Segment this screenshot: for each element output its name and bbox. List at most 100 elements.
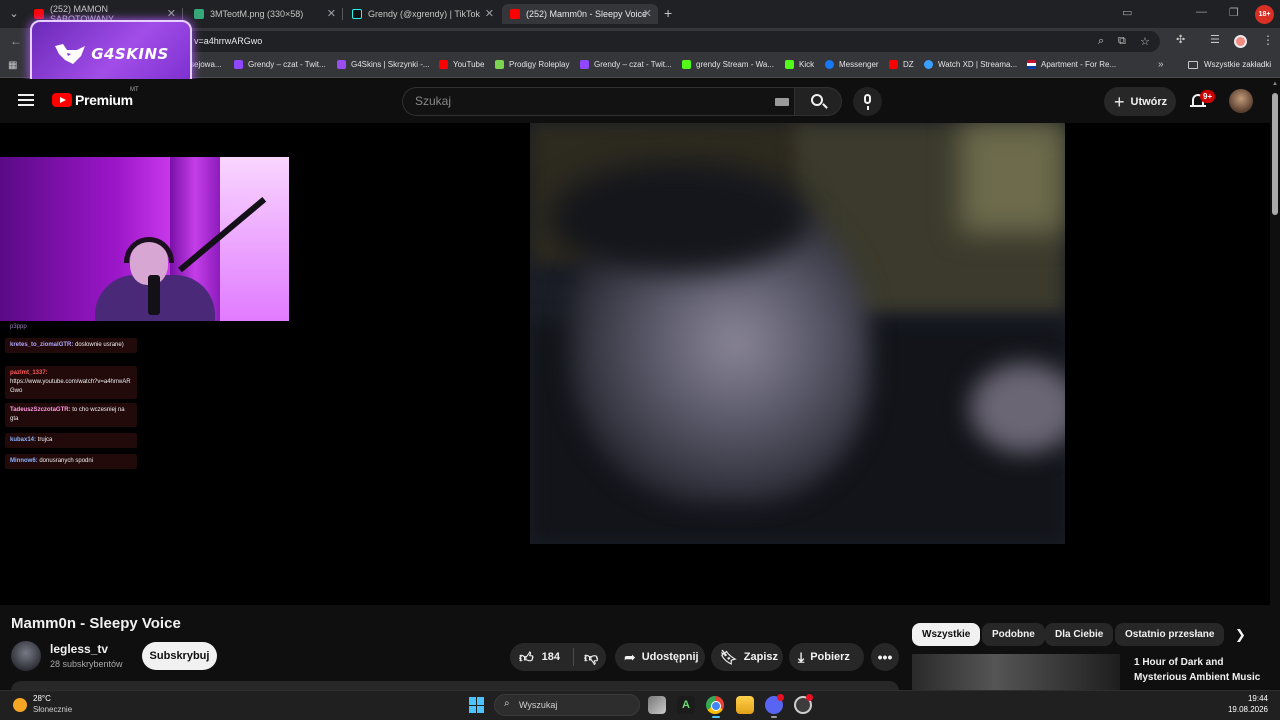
sun-weather-icon[interactable]	[13, 698, 27, 712]
like-count: 184	[541, 651, 560, 663]
weather-description[interactable]: Słonecznie	[33, 705, 72, 714]
tiktok-favicon-icon	[352, 9, 362, 19]
install-app-icon[interactable]: ⧉	[1118, 35, 1126, 48]
chat-username: Minnow6:	[10, 458, 38, 464]
tab-search-chevron-icon[interactable]: ⌄	[6, 6, 22, 22]
close-tab-icon[interactable]: ✕	[327, 8, 336, 20]
app-notification-badge	[806, 694, 813, 701]
share-arrow-icon: ➦	[624, 648, 636, 665]
chevron-right-icon[interactable]: ❯	[1235, 627, 1246, 643]
bookmark-item[interactable]: Grendy – czat - Twit...	[234, 60, 326, 69]
search-icon-handle	[822, 103, 828, 109]
search-button[interactable]	[794, 87, 842, 116]
share-label: Udostępnij	[641, 651, 699, 663]
bookmark-star-icon[interactable]: ☆	[1140, 35, 1150, 48]
guide-menu-icon[interactable]	[18, 94, 34, 106]
restore-icon[interactable]: ❐	[1229, 6, 1239, 19]
zoom-icon[interactable]: ⌕	[1098, 35, 1104, 48]
close-tab-icon[interactable]: ✕	[643, 8, 652, 20]
search-icon: ⌕	[504, 698, 510, 709]
file-explorer-icon[interactable]	[736, 696, 754, 714]
new-tab-plus-icon[interactable]: +	[664, 5, 672, 21]
tab-separator	[182, 8, 183, 20]
video-subject-hair	[550, 163, 810, 273]
bookmark-item[interactable]: Prodigy Roleplay	[495, 60, 569, 69]
chip-for-you[interactable]: Dla Ciebie	[1045, 623, 1114, 646]
apps-grid-icon[interactable]: ▦	[8, 60, 17, 71]
windows-start-icon[interactable]	[469, 697, 485, 713]
share-button[interactable]: ➦ Udostępnij	[615, 643, 705, 671]
chip-recently-uploaded[interactable]: Ostatnio przesłane	[1115, 623, 1225, 646]
taskbar-search[interactable]: ⌕ Wyszukaj	[494, 694, 640, 716]
image-favicon-icon	[194, 9, 204, 19]
bookmark-item[interactable]: Kick	[785, 60, 814, 69]
bookmark-item[interactable]: grendy Stream - Wa...	[682, 60, 774, 69]
app-a-icon[interactable]: A	[677, 696, 695, 714]
back-arrow-icon[interactable]: ←	[10, 34, 22, 48]
clock-time[interactable]: 19:44	[1236, 694, 1268, 703]
bookmark-label: Grendy – czat - Twit...	[594, 60, 672, 69]
page-scrollbar[interactable]: ▲	[1270, 79, 1280, 690]
channel-name[interactable]: legless_tv	[50, 642, 108, 656]
taskbar-search-placeholder: Wyszukaj	[519, 700, 558, 710]
search-input[interactable]	[415, 94, 755, 108]
all-bookmarks-button[interactable]: Wszystkie zakładki	[1188, 60, 1271, 69]
profile-avatar[interactable]	[1234, 35, 1247, 48]
save-label: Zapisz	[743, 651, 779, 663]
recommended-video-title[interactable]: 1 Hour of Dark and Mysterious Ambient Mu…	[1134, 655, 1264, 691]
more-bookmarks-chevron-icon[interactable]: »	[1158, 59, 1164, 70]
bookmark-item[interactable]: Apartment - For Re...	[1027, 60, 1116, 69]
browser-tab-active[interactable]: (252) Mamm0n - Sleepy Voice ✕	[502, 4, 658, 24]
bookmark-item[interactable]: G4Skins | Skrzynki -...	[337, 60, 430, 69]
twitch-icon	[580, 60, 589, 69]
notification-count-badge: 9+	[1200, 90, 1216, 103]
download-button[interactable]: ⤓ Pobierz	[789, 643, 864, 671]
bookmarks-bar: ▦ sejowa... Grendy – czat - Twit... G4Sk…	[0, 55, 1280, 78]
clock-date[interactable]: 19.08.2026	[1222, 705, 1268, 714]
youtube-favicon-icon	[34, 9, 44, 19]
account-avatar[interactable]	[1229, 89, 1253, 113]
kick-icon	[682, 60, 691, 69]
chrome-icon[interactable]	[706, 696, 724, 714]
more-actions-button[interactable]: •••	[871, 643, 899, 671]
channel-avatar[interactable]	[11, 641, 41, 671]
url-text[interactable]: v=a4hrrwARGwo	[194, 36, 262, 46]
bookmark-item[interactable]: Watch XD | Streama...	[924, 60, 1017, 69]
task-view-icon[interactable]	[648, 696, 666, 714]
webcam-window	[220, 157, 289, 321]
subscribe-button[interactable]: Subskrybuj	[142, 642, 217, 670]
close-tab-icon[interactable]: ✕	[485, 8, 494, 20]
thumbs-up-icon: 👍︎	[519, 648, 534, 665]
weather-temperature[interactable]: 28°C	[33, 694, 51, 703]
dislike-button[interactable]: 👎︎	[574, 649, 598, 666]
scrollbar-thumb[interactable]	[1272, 93, 1278, 215]
recommended-video-thumbnail[interactable]	[912, 654, 1120, 690]
scroll-up-arrow-icon[interactable]: ▲	[1272, 81, 1278, 87]
bookmark-item[interactable]: DZ	[889, 60, 914, 69]
minimize-icon[interactable]: —	[1196, 6, 1207, 18]
bookmark-item[interactable]: sejowa...	[190, 60, 222, 69]
youtube-premium-logo[interactable]: Premium MT	[52, 87, 139, 108]
close-tab-icon[interactable]: ✕	[167, 8, 176, 20]
chip-related[interactable]: Podobne	[982, 623, 1045, 646]
reading-list-icon[interactable]: ☰	[1210, 33, 1220, 46]
chip-all[interactable]: Wszystkie	[912, 623, 981, 646]
bookmark-item[interactable]: Messenger	[825, 60, 879, 69]
video-frame[interactable]	[530, 123, 1065, 544]
media-cast-icon[interactable]: ▭	[1122, 6, 1132, 19]
tab-separator	[342, 8, 343, 20]
premium-logo-text: Premium	[75, 92, 133, 108]
browser-tab[interactable]: 3MTeotM.png (330×58) ✕	[186, 4, 342, 24]
keyboard-icon[interactable]	[775, 98, 789, 106]
browser-tab[interactable]: Grendy (@xgrendy) | TikTok ✕	[344, 4, 500, 24]
bookmark-item[interactable]: Grendy – czat - Twit...	[580, 60, 672, 69]
address-bar[interactable]: v=a4hrrwARGwo ⌕ ⧉ ☆	[180, 31, 1160, 52]
video-player[interactable]: p3ppp kretes_to_ziomalGTR: doslownie usr…	[0, 123, 1270, 605]
create-button[interactable]: + Utwórz	[1104, 87, 1176, 116]
save-button[interactable]: 🔖︎ Zapisz	[711, 643, 783, 671]
like-button[interactable]: 👍︎ 184	[510, 643, 568, 671]
extensions-puzzle-icon[interactable]: ✣	[1176, 33, 1185, 46]
bookmark-item[interactable]: YouTube	[439, 60, 484, 69]
browser-menu-icon[interactable]: ⋮	[1262, 33, 1274, 47]
voice-search-button[interactable]	[853, 87, 882, 116]
